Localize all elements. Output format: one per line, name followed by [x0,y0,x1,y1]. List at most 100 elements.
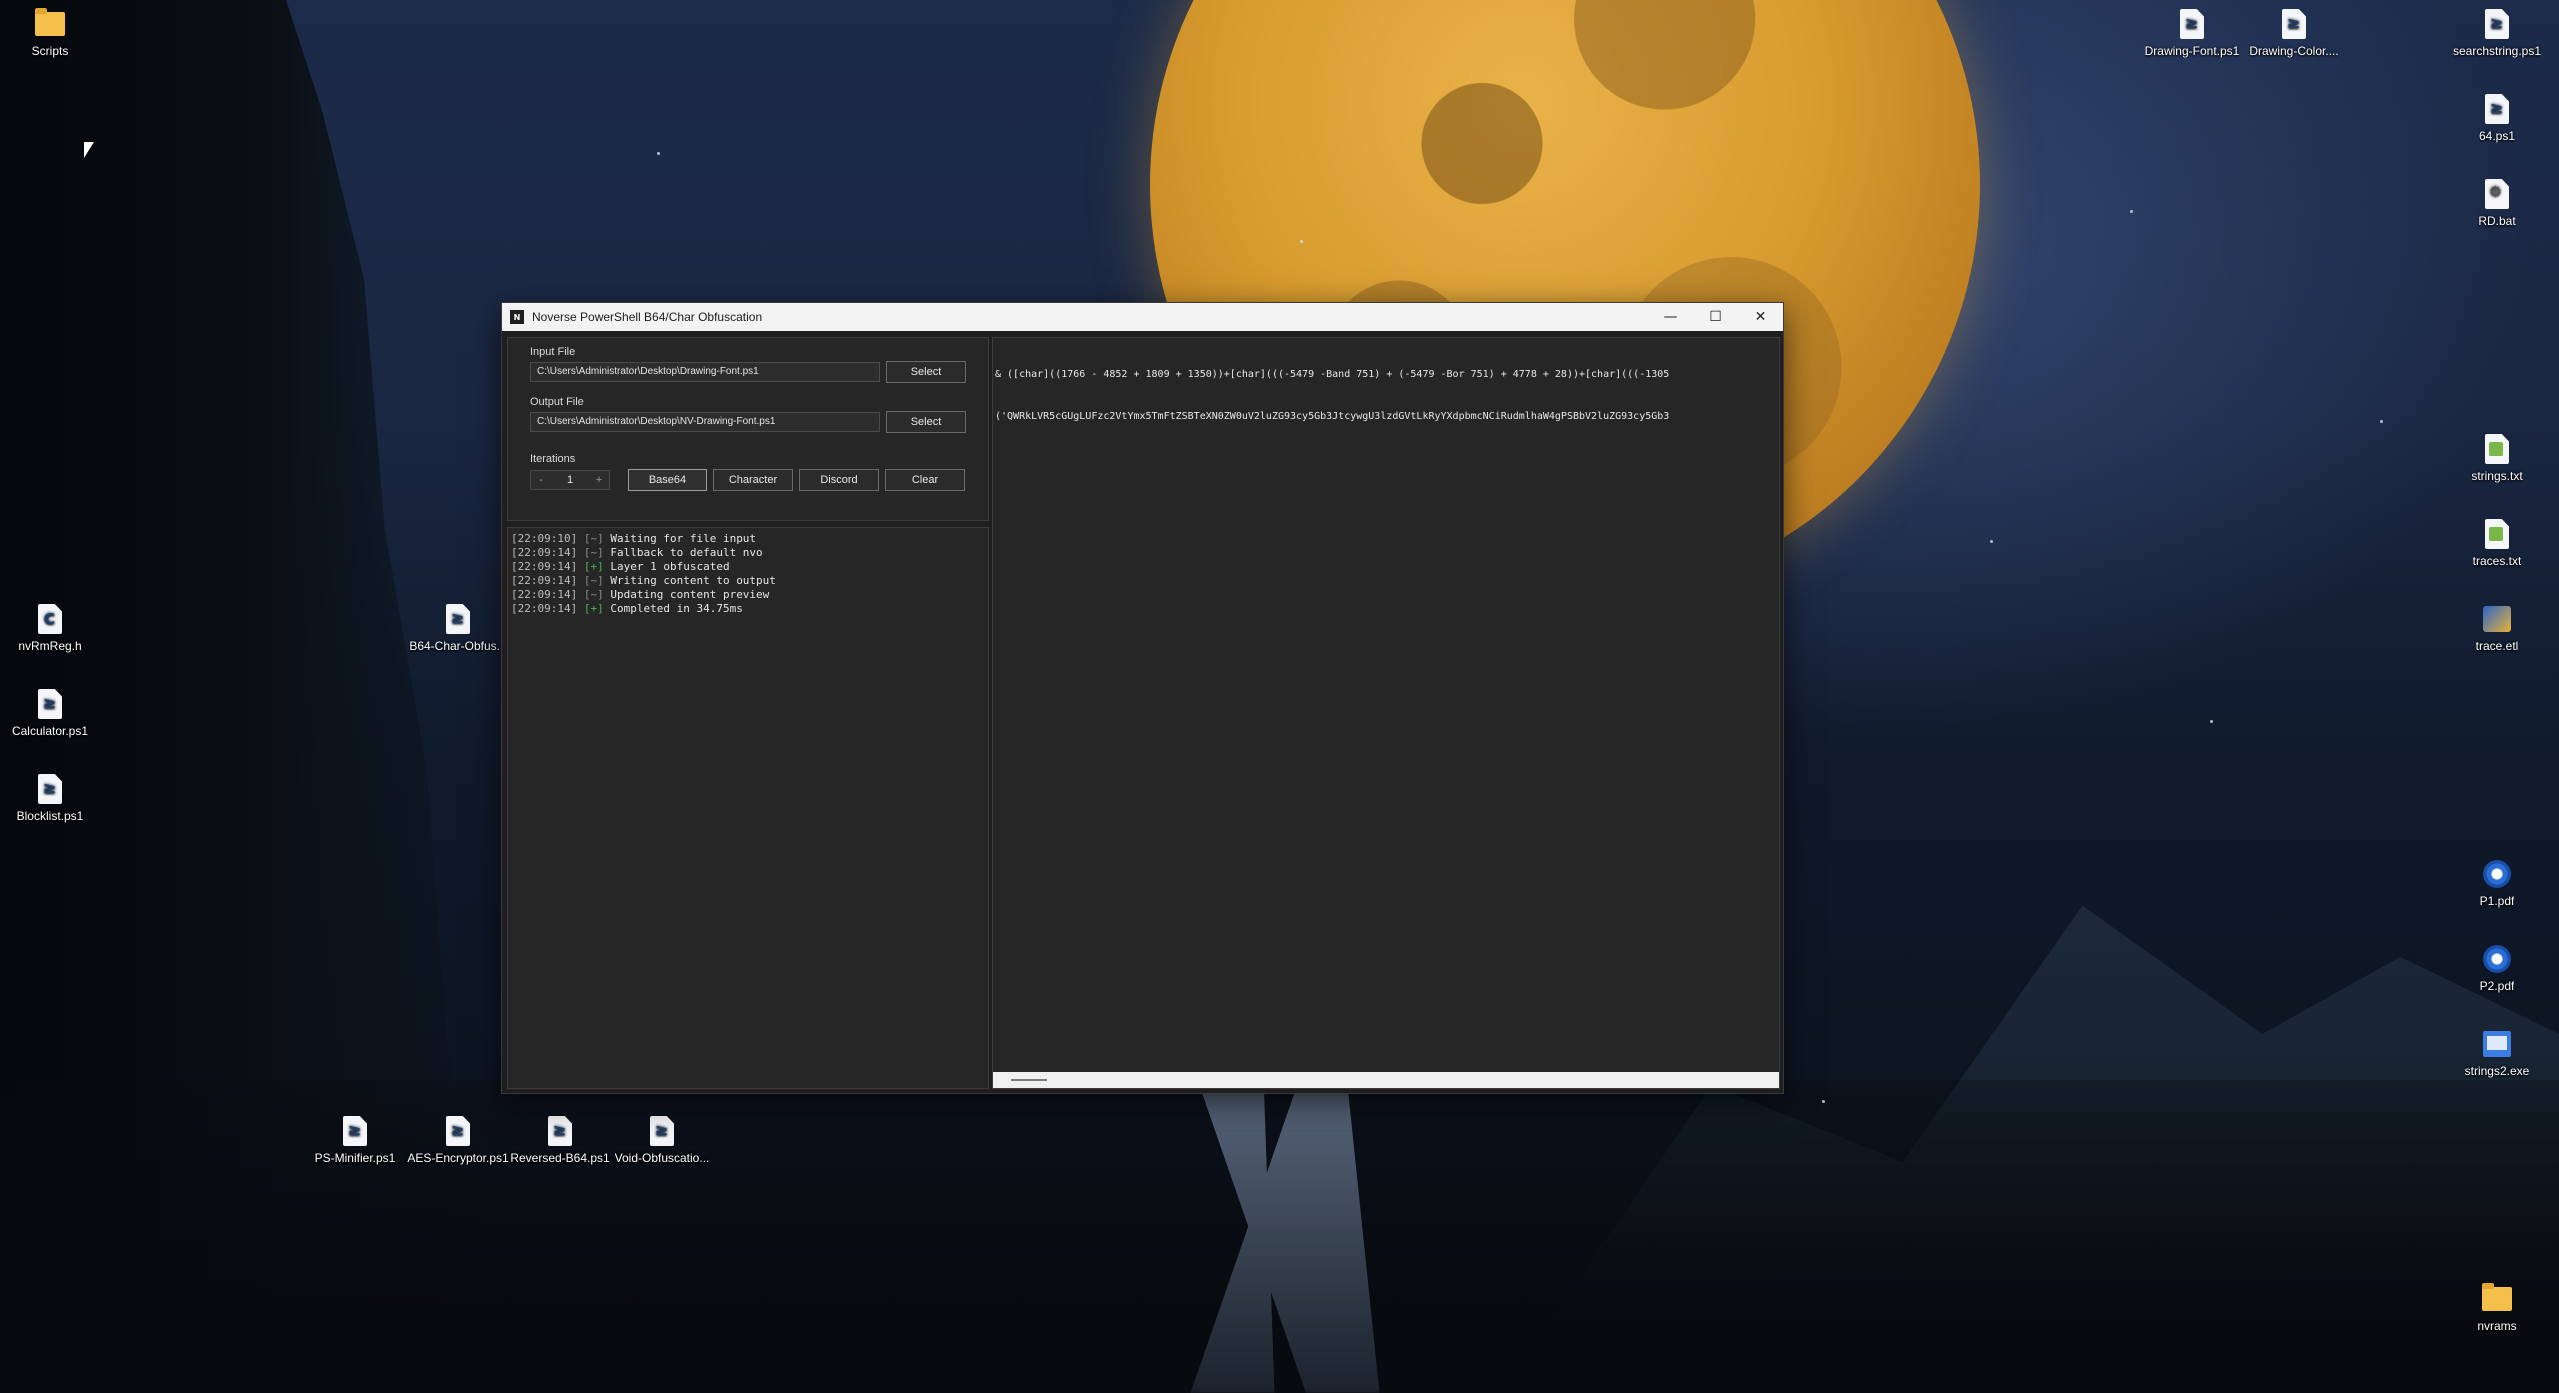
log-message: Completed in 34.75ms [610,602,743,615]
etl-file-icon [2483,606,2511,632]
log-time: [22:09:14] [511,560,578,573]
c-header-file-icon [38,604,62,634]
desktop-icon-traces-txt[interactable]: traces.txt [2452,518,2542,568]
desktop-icon-b64-char-obfus[interactable]: B64-Char-Obfus... [409,603,507,653]
log-line: [22:09:14] [+] Layer 1 obfuscated [511,560,985,574]
input-select-button[interactable]: Select [886,361,966,383]
powershell-file-icon [446,1116,470,1146]
log-tag: [~] [583,588,604,601]
desktop-icon-label: Void-Obfuscatio... [614,1151,710,1165]
desktop-icon-drawing-font[interactable]: Drawing-Font.ps1 [2145,8,2239,58]
iterations-label: Iterations [530,453,576,465]
desktop-icon-p1-pdf[interactable]: P1.pdf [2452,858,2542,908]
text-file-icon [2485,519,2509,549]
decrement-button[interactable]: - [531,474,551,486]
log-panel: [22:09:10] [~] Waiting for file input [2… [507,527,989,1089]
powershell-file-icon [650,1116,674,1146]
maximize-button[interactable]: ☐ [1693,303,1738,331]
log-line: [22:09:10] [~] Waiting for file input [511,532,985,546]
log-message: Updating content preview [610,588,770,601]
desktop-icon-rd-bat[interactable]: RD.bat [2452,178,2542,228]
desktop-icon-strings-txt[interactable]: strings.txt [2452,433,2542,483]
star [657,152,660,155]
desktop-icon-ps-minifier[interactable]: PS-Minifier.ps1 [310,1115,400,1165]
desktop-icon-label: nvrams [2477,1319,2517,1333]
obfuscator-window: N Noverse PowerShell B64/Char Obfuscatio… [501,302,1784,1094]
output-select-button[interactable]: Select [886,411,966,433]
desktop-icon-trace-etl[interactable]: trace.etl [2452,603,2542,653]
pdf-file-icon [2483,945,2511,973]
app-icon: N [510,310,524,324]
desktop-icon-aes-encryptor[interactable]: AES-Encryptor.ps1 [407,1115,509,1165]
desktop-icon-label: 64.ps1 [2478,129,2516,143]
desktop-icon-nvrams[interactable]: nvrams [2452,1283,2542,1333]
desktop-icon-reversed-b64[interactable]: Reversed-B64.ps1 [510,1115,610,1165]
desktop-icon-nvrmreg[interactable]: nvRmReg.h [5,603,95,653]
preview-text: & ([char]((1766 - 4852 + 1809 + 1350))+[… [995,340,1669,452]
output-file-field[interactable]: C:\Users\Administrator\Desktop\NV-Drawin… [530,412,880,432]
desktop-icon-label: Blocklist.ps1 [16,809,84,823]
folder-icon [2482,1283,2512,1311]
pdf-file-icon [2483,860,2511,888]
desktop-icon-64[interactable]: 64.ps1 [2452,93,2542,143]
log-line: [22:09:14] [~] Writing content to output [511,574,985,588]
iterations-value[interactable]: 1 [551,474,589,486]
log-message: Writing content to output [610,574,776,587]
log-tag: [+] [583,602,604,615]
desktop-icon-label: Scripts [31,44,69,58]
base64-button[interactable]: Base64 [628,469,707,491]
iterations-stepper[interactable]: - 1 + [530,470,610,490]
log-time: [22:09:14] [511,602,578,615]
desktop-icon-blocklist[interactable]: Blocklist.ps1 [5,773,95,823]
powershell-file-icon [2485,94,2509,124]
input-file-field[interactable]: C:\Users\Administrator\Desktop\Drawing-F… [530,362,880,382]
powershell-file-icon [343,1116,367,1146]
desktop-icon-label: Reversed-B64.ps1 [510,1151,610,1165]
minimize-button[interactable]: — [1648,303,1693,331]
desktop-icon-label: strings2.exe [2464,1064,2530,1078]
character-button[interactable]: Character [713,469,793,491]
log-time: [22:09:14] [511,546,578,559]
log-tag: [+] [583,560,604,573]
star [1822,1100,1825,1103]
folder-icon [35,8,65,36]
desktop-icon-calculator[interactable]: Calculator.ps1 [5,688,95,738]
desktop-icon-drawing-color[interactable]: Drawing-Color.... [2249,8,2339,58]
log-tag: [~] [583,574,604,587]
preview-line: ('QWRkLVR5cGUgLUFzc2VtYmx5TmFtZSBTeXN0ZW… [995,411,1670,422]
title-bar[interactable]: N Noverse PowerShell B64/Char Obfuscatio… [502,303,1783,331]
desktop-icon-label: nvRmReg.h [18,639,82,653]
content-preview[interactable]: & ([char]((1766 - 4852 + 1809 + 1350))+[… [992,337,1780,1089]
controls-group: Input File C:\Users\Administrator\Deskto… [507,337,989,521]
desktop-icon-void-obfuscation[interactable]: Void-Obfuscatio... [614,1115,710,1165]
discord-button[interactable]: Discord [799,469,879,491]
desktop-icon-label: searchstring.ps1 [2452,44,2542,58]
star [2380,420,2383,423]
horizontal-scrollbar[interactable] [993,1072,1779,1088]
desktop-icon-label: strings.txt [2471,469,2523,483]
desktop-icon-p2-pdf[interactable]: P2.pdf [2452,943,2542,993]
clear-button[interactable]: Clear [885,469,965,491]
log-tag: [~] [583,532,604,545]
log-tag: [~] [583,546,604,559]
scrollbar-thumb[interactable] [1011,1079,1047,1081]
desktop-icon-label: P2.pdf [2479,979,2515,993]
log-line: [22:09:14] [~] Fallback to default nvo [511,546,985,560]
desktop-icon-scripts[interactable]: Scripts [5,8,95,58]
log-message: Waiting for file input [610,532,757,545]
desktop-icon-label: Calculator.ps1 [11,724,89,738]
text-file-icon [2485,434,2509,464]
log-time: [22:09:10] [511,532,578,545]
increment-button[interactable]: + [589,474,609,486]
batch-file-icon [2485,179,2509,209]
desktop-icon-label: P1.pdf [2479,894,2515,908]
powershell-file-icon [446,604,470,634]
star [1990,540,1993,543]
left-panel: Input File C:\Users\Administrator\Deskto… [507,337,989,1089]
powershell-file-icon [38,689,62,719]
close-button[interactable]: ✕ [1738,303,1783,331]
desktop-icon-searchstring[interactable]: searchstring.ps1 [2452,8,2542,58]
window-title: Noverse PowerShell B64/Char Obfuscation [532,310,763,324]
desktop-icon-label: Drawing-Color.... [2249,44,2339,58]
desktop-icon-strings2-exe[interactable]: strings2.exe [2452,1028,2542,1078]
